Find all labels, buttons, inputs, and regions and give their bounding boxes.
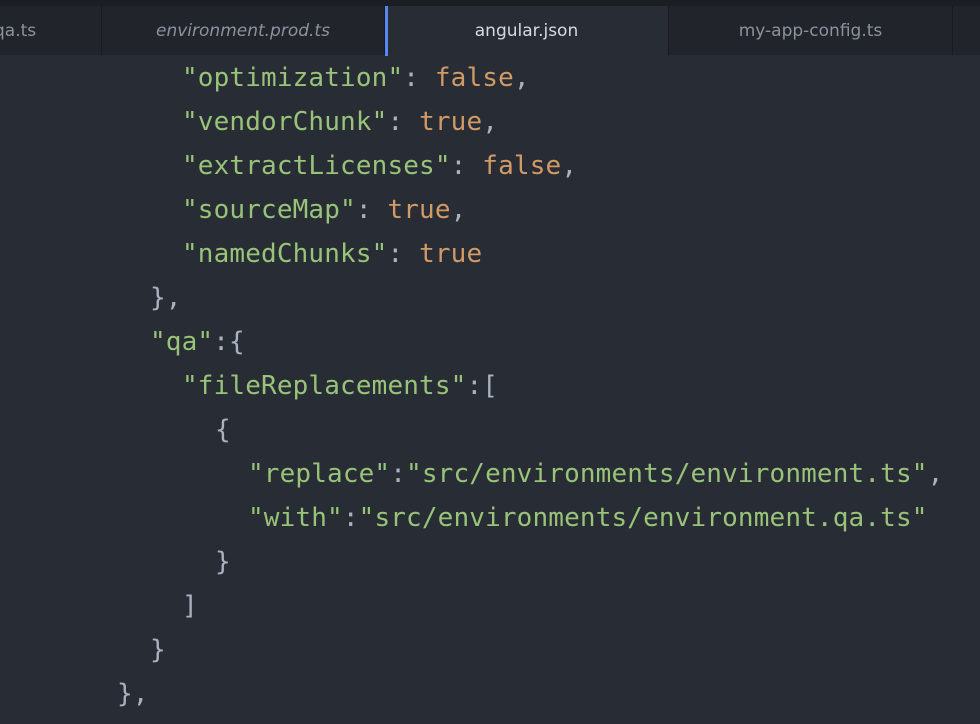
tab-environment-prod-ts[interactable]: environment.prod.ts <box>102 6 385 55</box>
json-separator: : <box>355 195 388 225</box>
json-separator: : <box>466 371 483 401</box>
json-boolean: false <box>482 151 562 181</box>
tab-label: angular.json <box>474 21 579 41</box>
code-line: }, <box>117 672 149 716</box>
json-punctuation: , <box>927 459 944 489</box>
json-key: "optimization" <box>182 63 404 93</box>
json-key: "vendorChunk" <box>182 107 388 137</box>
tab-bar: qa.ts environment.prod.ts angular.json m… <box>0 0 980 56</box>
json-separator: : <box>390 459 407 489</box>
tab-overflow[interactable] <box>953 6 980 55</box>
json-punctuation: { <box>229 327 245 357</box>
json-punctuation: }, <box>117 679 149 709</box>
code-line: "sourceMap": true, <box>182 188 466 232</box>
json-punctuation: [ <box>482 371 499 401</box>
json-key: "with" <box>248 503 343 533</box>
json-punctuation: { <box>215 415 231 445</box>
code-line: "vendorChunk": true, <box>182 100 498 144</box>
code-line: } <box>215 540 231 584</box>
json-separator: : <box>450 151 483 181</box>
code-line: ] <box>182 584 198 628</box>
json-punctuation: , <box>513 63 530 93</box>
code-line: "extractLicenses": false, <box>182 144 577 188</box>
tab-qa-ts[interactable]: qa.ts <box>0 6 102 55</box>
tab-label: qa.ts <box>0 21 37 41</box>
json-separator: : <box>403 63 435 93</box>
code-line: "fileReplacements":[ <box>182 364 498 408</box>
json-boolean: true <box>419 107 483 137</box>
code-line: { <box>215 408 231 452</box>
json-punctuation: , <box>561 151 578 181</box>
json-string: "src/environments/environment.ts" <box>406 459 928 489</box>
json-separator: : <box>387 239 420 269</box>
json-key: "extractLicenses" <box>182 151 451 181</box>
json-boolean: false <box>434 63 514 93</box>
json-key: "fileReplacements" <box>182 371 467 401</box>
json-key: "sourceMap" <box>182 195 356 225</box>
code-line: "replace":"src/environments/environment.… <box>248 452 943 496</box>
json-key: "replace" <box>248 459 391 489</box>
json-punctuation: } <box>215 547 231 577</box>
editor-window: qa.ts environment.prod.ts angular.json m… <box>0 0 980 724</box>
json-boolean: true <box>419 239 483 269</box>
code-line: } <box>150 628 166 672</box>
code-line: "qa":{ <box>150 320 245 364</box>
code-line: }, <box>150 276 182 320</box>
json-separator: : <box>213 327 230 357</box>
json-key: "namedChunks" <box>182 239 388 269</box>
json-boolean: true <box>387 195 451 225</box>
code-line: "optimization": false, <box>182 56 530 100</box>
json-punctuation: } <box>150 635 166 665</box>
json-punctuation: ] <box>182 591 198 621</box>
json-separator: : <box>342 503 359 533</box>
code-line: "namedChunks": true <box>182 232 482 276</box>
json-key: "qa" <box>150 327 214 357</box>
json-punctuation: , <box>482 107 499 137</box>
json-punctuation: }, <box>150 283 182 313</box>
tab-angular-json[interactable]: angular.json <box>385 6 669 56</box>
tab-label: my-app-config.ts <box>738 21 883 41</box>
tab-my-app-config-ts[interactable]: my-app-config.ts <box>669 6 953 55</box>
active-tab-indicator <box>385 6 388 56</box>
json-punctuation: , <box>450 195 467 225</box>
json-string: "src/environments/environment.qa.ts" <box>358 503 928 533</box>
json-separator: : <box>387 107 420 137</box>
code-line: "with":"src/environments/environment.qa.… <box>248 496 928 540</box>
tab-label: environment.prod.ts <box>156 21 330 41</box>
